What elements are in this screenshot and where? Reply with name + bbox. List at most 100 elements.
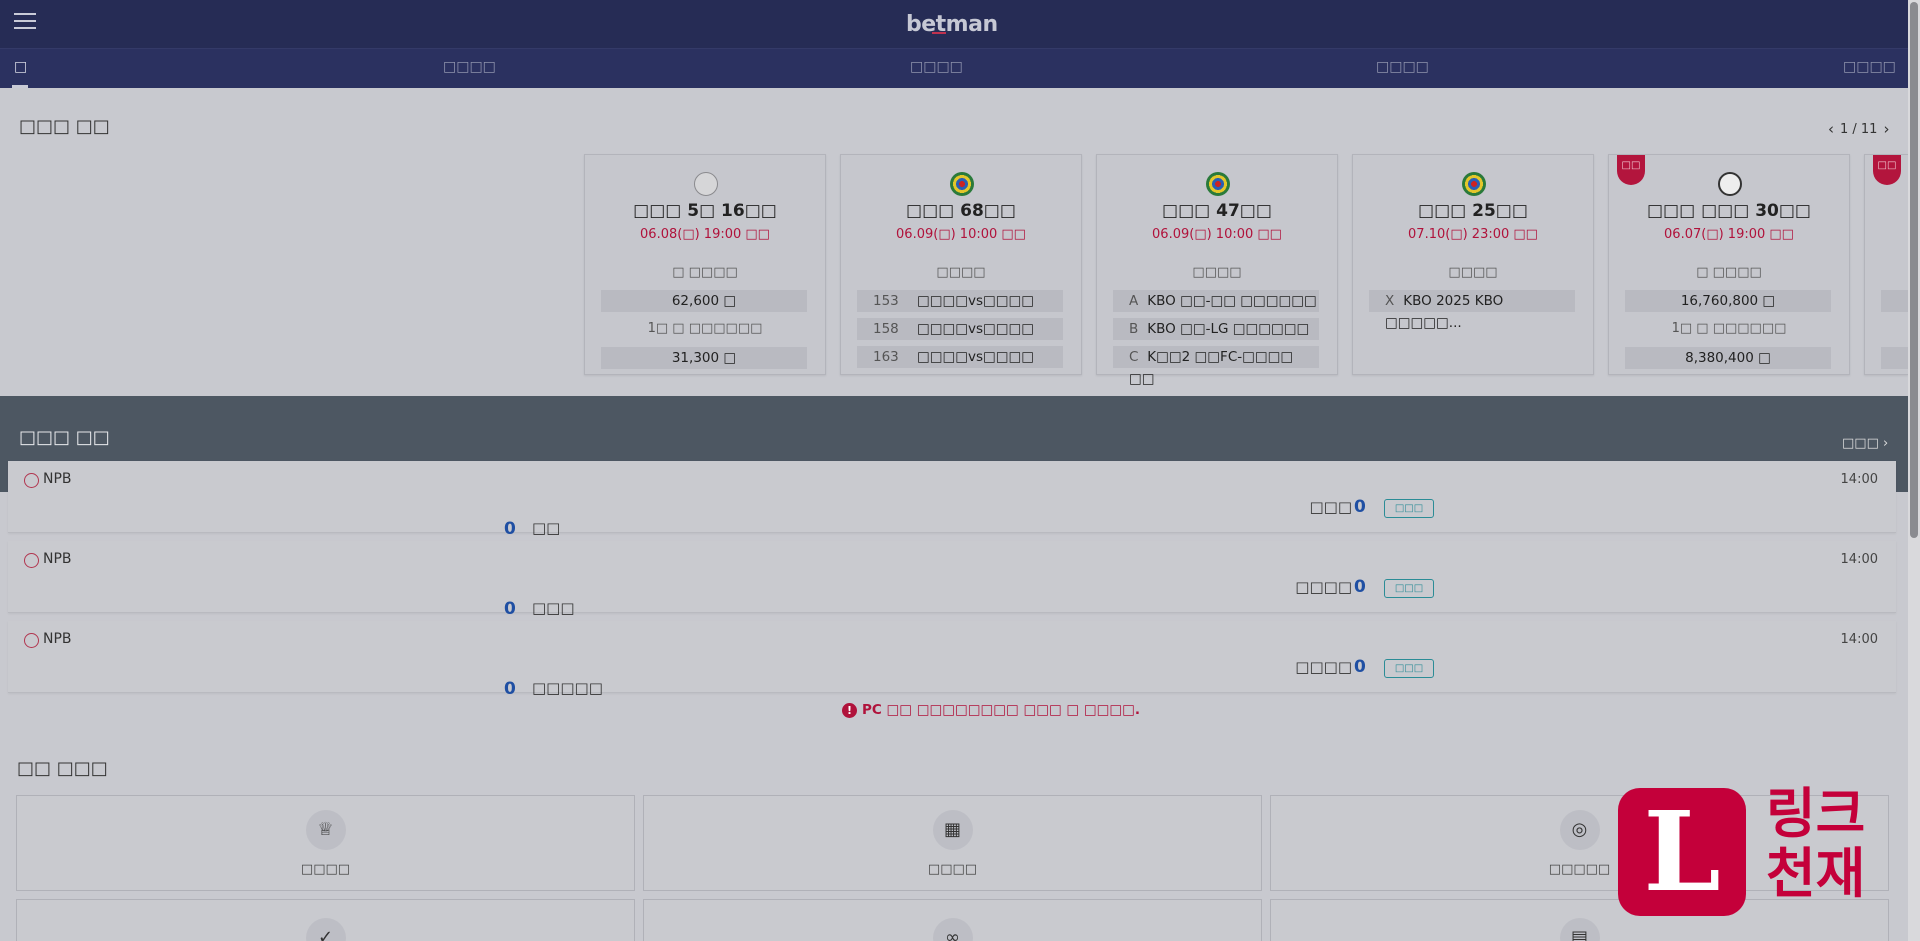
live-button[interactable]: □□□ [1384,499,1434,518]
scrollbar-thumb[interactable] [1910,2,1918,538]
card-date: 06.07(□) 19:00 □□ [1664,227,1794,242]
notice-text: PC □□ □□□□□□□□ □□□ □ □□□□. [862,702,1141,718]
target-icon [1462,172,1486,196]
alert-icon: ! [842,702,857,718]
menu-icon[interactable] [14,13,38,33]
away-score: 0 [1354,657,1366,677]
card-date: 06.08(□) 19:00 □□ [640,227,770,242]
card-title: □□□ 68□□ [906,201,1016,221]
product-card-6-partial[interactable]: □□ [1864,154,1909,375]
trophy-icon: ♕ [305,810,346,850]
section-title-menu: □□ □□□ [17,758,108,779]
nav-item-2[interactable]: □□□□ [910,59,963,75]
nav-active-indicator [12,85,28,88]
golf-icon [694,172,718,196]
menu-tile-1[interactable]: ♕ □□□□ [16,795,635,891]
card-subtitle: □□□□ [936,265,986,280]
away-team: □□□□ [1295,578,1352,596]
home-score: 0 [504,599,516,619]
card-title: □□□ 47□□ [1162,201,1272,221]
baseball-icon [24,633,39,648]
home-score: 0 [504,679,516,699]
basketball-icon: ◎ [1559,810,1600,850]
card-badge: □□ [1617,155,1645,185]
carousel-pager: ‹ 1 / 11 › [1828,120,1889,138]
away-score: 0 [1354,577,1366,597]
match-row-1[interactable]: NPB 14:00 □□□ 0 □□□ [8,461,1896,533]
product-card-5[interactable]: □□ □□□ □□□ 30□□ 06.07(□) 19:00 □□ □ □□□□… [1608,154,1850,375]
card-row: A KBO □□-□□ □□□□□□ [1113,290,1319,312]
card-row: 153 □□□□vs□□□□ [857,290,1063,312]
live-button[interactable]: □□□ [1384,659,1434,678]
betman-logo[interactable]: betman [906,12,998,37]
card-amount: 62,600 □ [601,290,807,312]
nav-item-1[interactable]: □□□□ [443,59,496,75]
card-subtitle: □□□□ [1448,265,1498,280]
baseball-icon [24,553,39,568]
card-date: 07.10(□) 23:00 □□ [1408,227,1538,242]
menu-tile-5[interactable]: ∞ [643,899,1262,941]
pc-notice: ! PC □□ □□□□□□□□ □□□ □ □□□□. [842,702,1140,718]
section-title-products: □□□ □□ [19,116,110,137]
card-title: □□□ □□□ 30□□ [1647,201,1811,221]
nav-item-4[interactable]: □□□□ [1843,59,1896,75]
match-league: NPB [43,551,72,567]
match-row-2[interactable]: NPB 14:00 □□□□ 0 □□□ [8,541,1896,613]
match-time: 14:00 [1840,552,1878,567]
menu-tile-6[interactable]: ▤ [1270,899,1889,941]
section-title-live: □□□ □□ [19,427,110,448]
home-team: □□□ [532,599,575,617]
match-time: 14:00 [1840,632,1878,647]
card-subtitle-2: 1□ □ □□□□□□ [1671,321,1787,336]
watermark-text: 링크천재 [1766,782,1866,905]
product-card-1[interactable]: □□□ 5□ 16□□ 06.08(□) 19:00 □□ □ □□□□ 62,… [584,154,826,375]
menu-tile-4[interactable]: ✓ [16,899,635,941]
card-amount: 16,760,800 □ [1625,290,1831,312]
menu-tile-2[interactable]: ▦ □□□□ [643,795,1262,891]
home-score: 0 [504,519,516,539]
live-button[interactable]: □□□ [1384,579,1434,598]
watermark-logo: L [1618,788,1746,916]
card-row: 163 □□□□vs□□□□ [857,346,1063,368]
card-date: 06.09(□) 10:00 □□ [896,227,1026,242]
nav-item-3[interactable]: □□□□ [1376,59,1429,75]
match-league: NPB [43,631,72,647]
chevron-left-icon[interactable]: ‹ [1828,120,1834,138]
card-amount-2: 31,300 □ [601,347,807,369]
product-card-3[interactable]: □□□ 47□□ 06.09(□) 10:00 □□ □□□□ A KBO □□… [1096,154,1338,387]
card-amount-2: 8,380,400 □ [1625,347,1831,369]
card-subtitle: □ □□□□ [672,265,738,280]
away-score: 0 [1354,497,1366,517]
calendar-icon: ▦ [932,810,973,850]
card-row: X KBO 2025 KBO □□□□□... [1369,290,1575,331]
card-date: 06.09(□) 10:00 □□ [1152,227,1282,242]
card-subtitle: □ □□□□ [1696,265,1762,280]
card-badge: □□ [1873,155,1901,185]
card-title: □□□ 25□□ [1418,201,1528,221]
target-icon [1206,172,1230,196]
document-icon: ▤ [1559,918,1600,941]
card-subtitle-2: 1□ □ □□□□□□ [647,321,763,336]
card-amount [1881,290,1909,312]
home-team: □□□□□ [532,679,603,697]
main-nav: □ □□□□ □□□□ □□□□ □□□□ [0,48,1908,88]
product-card-4[interactable]: □□□ 25□□ 07.10(□) 23:00 □□ □□□□ X KBO 20… [1352,154,1594,375]
tile-label: □□□□ [927,862,978,877]
soccer-icon [1718,172,1742,196]
glasses-icon: ∞ [932,918,973,941]
away-team: □□□□ [1295,658,1352,676]
card-title: □□□ 5□ 16□□ [633,201,777,221]
card-amount-2 [1881,347,1909,369]
card-row: 158 □□□□vs□□□□ [857,318,1063,340]
card-row: C K□□2 □□FC-□□□□ □□ [1113,346,1319,387]
away-team: □□□ [1309,498,1352,516]
match-row-3[interactable]: NPB 14:00 □□□□ 0 □□□ [8,621,1896,693]
product-card-2[interactable]: □□□ 68□□ 06.09(□) 10:00 □□ □□□□ 153 □□□□v… [840,154,1082,375]
nav-home[interactable]: □ [14,59,27,75]
chevron-right-icon[interactable]: › [1883,120,1889,138]
more-link[interactable]: □□□ › [1842,436,1888,451]
top-header: betman □ □□□□ □□□□ □□□□ □□□□ [0,0,1908,88]
pager-count: 1 / 11 [1840,121,1878,137]
check-icon: ✓ [305,918,346,941]
scrollbar[interactable] [1908,0,1920,941]
